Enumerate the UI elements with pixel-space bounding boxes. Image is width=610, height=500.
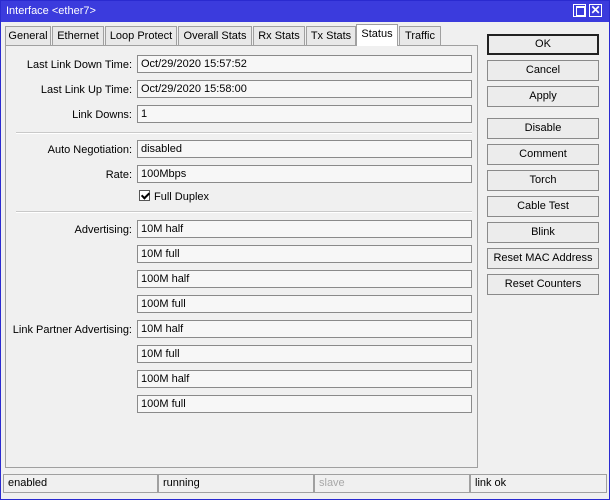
full-duplex-checkbox[interactable] — [139, 190, 150, 201]
partner-advertising-item: 10M full — [137, 345, 472, 363]
maximize-icon[interactable] — [573, 4, 586, 17]
title-bar[interactable]: Interface <ether7> ✕ — [1, 1, 609, 22]
link-downs-field: 1 — [137, 105, 472, 123]
comment-button[interactable]: Comment — [487, 144, 599, 165]
advertising-label: Advertising: — [74, 224, 132, 236]
tab-general[interactable]: General — [5, 26, 51, 45]
reset-mac-address-button[interactable]: Reset MAC Address — [487, 248, 599, 269]
torch-button[interactable]: Torch — [487, 170, 599, 191]
disable-button[interactable]: Disable — [487, 118, 599, 139]
ok-button[interactable]: OK — [487, 34, 599, 55]
partner-advertising-label: Link Partner Advertising: — [12, 324, 132, 336]
rate-field: 100Mbps — [137, 165, 472, 183]
advertising-item: 100M full — [137, 295, 472, 313]
separator — [16, 211, 472, 213]
blink-button[interactable]: Blink — [487, 222, 599, 243]
partner-advertising-item: 100M half — [137, 370, 472, 388]
advertising-item: 10M full — [137, 245, 472, 263]
tab-ethernet[interactable]: Ethernet — [52, 26, 104, 45]
interface-window: Interface <ether7> ✕ General Ethernet Lo… — [0, 0, 610, 500]
tab-rx-stats[interactable]: Rx Stats — [253, 26, 305, 45]
cable-test-button[interactable]: Cable Test — [487, 196, 599, 217]
status-running: running — [158, 474, 314, 493]
tab-traffic[interactable]: Traffic — [399, 26, 441, 45]
tab-status[interactable]: Status — [356, 24, 398, 46]
tab-tx-stats[interactable]: Tx Stats — [306, 26, 356, 45]
last-link-up-label: Last Link Up Time: — [40, 84, 132, 96]
full-duplex-label: Full Duplex — [154, 191, 210, 203]
window-title: Interface <ether7> — [6, 5, 96, 17]
status-enabled: enabled — [3, 474, 158, 493]
last-link-down-label: Last Link Down Time: — [26, 59, 132, 71]
auto-negotiation-field: disabled — [137, 140, 472, 158]
link-downs-label: Link Downs: — [72, 109, 132, 121]
reset-counters-button[interactable]: Reset Counters — [487, 274, 599, 295]
tab-loop-protect[interactable]: Loop Protect — [105, 26, 177, 45]
partner-advertising-item: 100M full — [137, 395, 472, 413]
rate-label: Rate: — [105, 169, 132, 181]
partner-advertising-item: 10M half — [137, 320, 472, 338]
tab-overall-stats[interactable]: Overall Stats — [178, 26, 252, 45]
status-panel: Last Link Down Time: Oct/29/2020 15:57:5… — [5, 45, 478, 468]
close-icon[interactable]: ✕ — [589, 4, 602, 17]
auto-negotiation-label: Auto Negotiation: — [47, 144, 132, 156]
status-slave: slave — [314, 474, 470, 493]
separator — [16, 132, 472, 134]
last-link-down-field: Oct/29/2020 15:57:52 — [137, 55, 472, 73]
advertising-item: 100M half — [137, 270, 472, 288]
cancel-button[interactable]: Cancel — [487, 60, 599, 81]
apply-button[interactable]: Apply — [487, 86, 599, 107]
last-link-up-field: Oct/29/2020 15:58:00 — [137, 80, 472, 98]
status-link: link ok — [470, 474, 607, 493]
advertising-item: 10M half — [137, 220, 472, 238]
